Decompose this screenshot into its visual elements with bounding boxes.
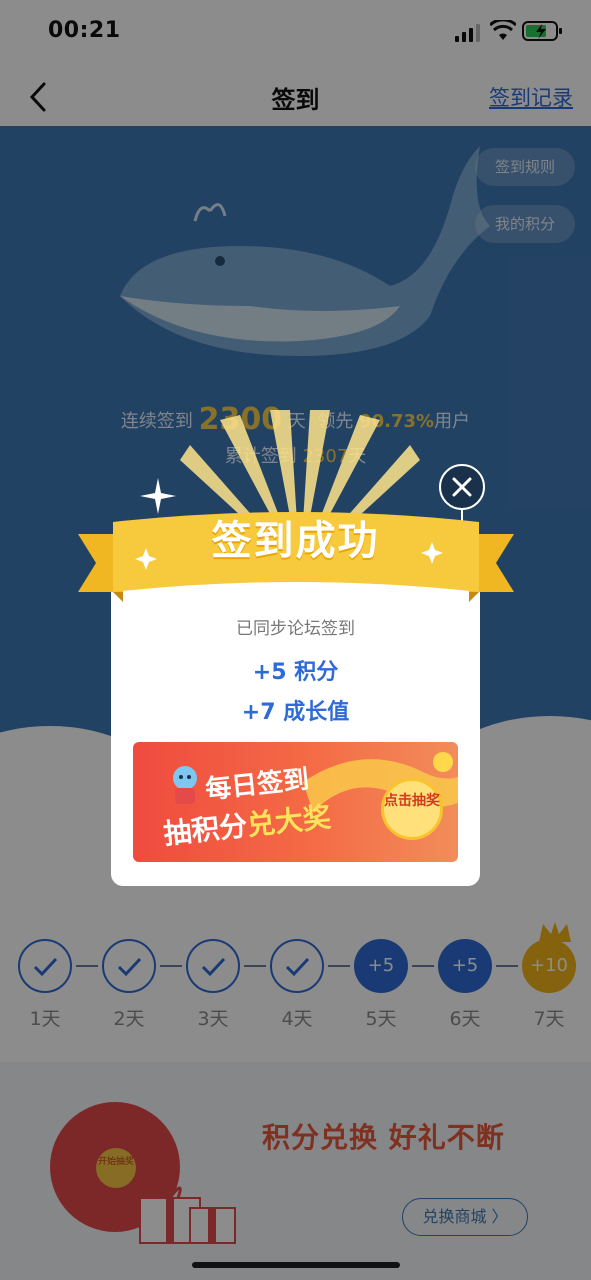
draw-lottery-button[interactable]: 点击抽奖: [381, 778, 443, 840]
banner-line2-prefix: 抽积分: [161, 809, 249, 851]
popup-title: 签到成功: [211, 518, 380, 564]
dragon-mascot-icon: [173, 766, 197, 804]
home-indicator[interactable]: [192, 1262, 400, 1268]
daily-lottery-banner[interactable]: 每日签到 抽积分兑大奖 点击抽奖: [133, 742, 458, 862]
banner-line2-highlight: 兑大奖: [245, 800, 333, 842]
growth-reward: +7 成长值: [241, 700, 350, 725]
close-icon: [452, 477, 472, 497]
sync-message: 已同步论坛签到: [236, 619, 355, 639]
close-popup-button[interactable]: [439, 464, 485, 510]
points-reward: +5 积分: [252, 660, 339, 685]
